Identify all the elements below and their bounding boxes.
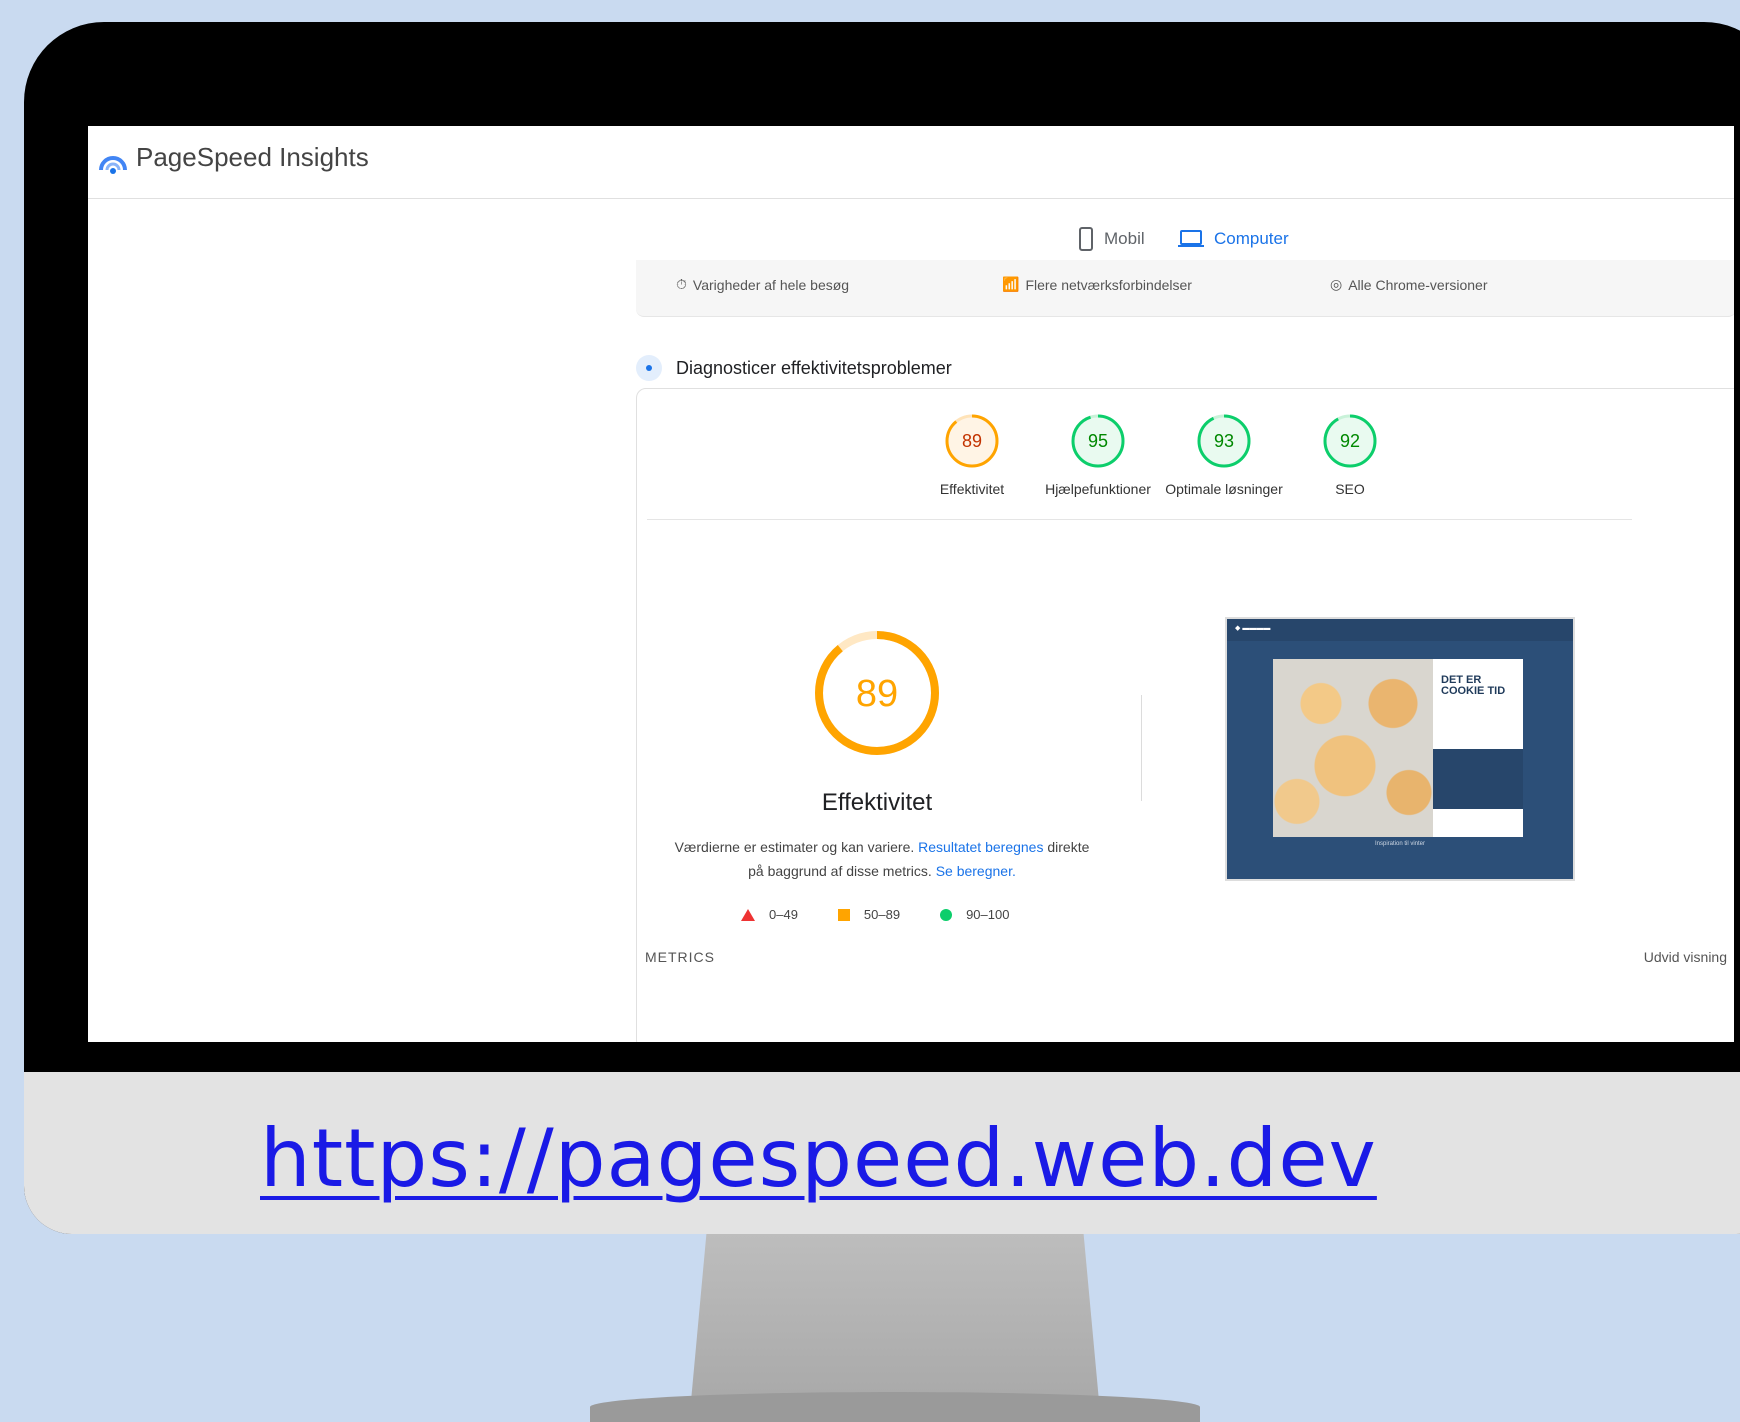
info-chrome-text: Alle Chrome-versioner [1348,276,1488,293]
info-duration: ⏱ Varigheder af hele besøg [676,276,849,293]
screenshot-brand-logo: ◆ ▬▬▬▬ [1235,625,1271,632]
gauge-ring: 92 [1323,414,1377,468]
screenshot-caption: Inspiration til vinter [1374,841,1426,847]
score-explanation: Værdierne er estimater og kan variere. R… [667,835,1097,883]
triangle-icon [741,908,755,921]
browser-screen: PageSpeed Insights Mobil Computer ⏱ Vari… [88,126,1734,1042]
gauge-label: Optimale løsninger [1165,481,1283,497]
cookies-image [1273,659,1433,837]
cookie-toggles [1433,749,1523,809]
gauge-label: SEO [1335,481,1365,497]
monitor-stand-base [590,1392,1200,1422]
info-network: 📶 Flere netværksforbindelser [1002,276,1192,293]
report-card: 89 Effektivitet 95 Hjælpefunktioner 93 O… [636,388,1734,1042]
legend-average: 50–89 [837,907,901,922]
calc-link[interactable]: Resultatet beregnes [918,839,1043,855]
screenshot-nav: ◆ ▬▬▬▬ [1227,619,1573,641]
expand-view-toggle[interactable]: Udvid visning [1644,949,1727,965]
gauge-ring: 95 [1071,414,1125,468]
wifi-icon: 📶 [1002,276,1020,292]
diagnose-icon [636,355,662,381]
legend-poor-range: 0–49 [769,907,798,922]
vertical-separator [1141,695,1142,801]
gauge-effektivitet[interactable]: 89 Effektivitet [907,411,1037,497]
monitor-stand [690,1234,1100,1412]
top-app-bar: PageSpeed Insights [88,126,1734,199]
chrome-icon: ◎ [1330,276,1343,292]
gauge-optimale-loesninger[interactable]: 93 Optimale løsninger [1159,411,1289,497]
gauge-seo[interactable]: 92 SEO [1285,411,1415,497]
monitor-frame: PageSpeed Insights Mobil Computer ⏱ Vari… [24,22,1740,1234]
info-bar: ⏱ Varigheder af hele besøg 📶 Flere netvæ… [636,260,1734,317]
phone-icon [1079,227,1093,251]
info-duration-text: Varigheder af hele besøg [692,276,850,293]
main-score-value: 89 [856,673,898,715]
main-score-gauge: 89 [815,631,939,755]
score-legend: 0–49 50–89 90–100 [741,907,1009,922]
tab-mobil[interactable]: Mobil [1078,214,1145,264]
laptop-icon [1178,230,1204,247]
metrics-heading: METRICS [645,949,715,965]
square-icon [837,908,850,921]
info-network-text: Flere netværksforbindelser [1025,276,1192,293]
circle-icon [940,908,953,921]
gauge-hjaelpefunktioner[interactable]: 95 Hjælpefunktioner [1033,411,1163,497]
diagnose-heading: Diagnosticer effektivitetsproblemer [636,348,952,388]
explain-text-1: Værdierne er estimater og kan variere. [674,839,915,855]
info-chrome: ◎ Alle Chrome-versioner [1330,276,1488,293]
legend-good-range: 90–100 [966,907,1010,922]
url-caption-link[interactable]: https://pagespeed.web.dev [260,1112,1377,1205]
svg-text:89: 89 [962,431,982,451]
page-screenshot[interactable]: ◆ ▬▬▬▬ DET ER COOKIE TID Inspiration til… [1225,617,1575,881]
gauge-label: Hjælpefunktioner [1045,481,1151,497]
legend-average-range: 50–89 [863,907,901,922]
legend-poor: 0–49 [741,907,798,922]
stopwatch-icon: ⏱ [676,276,687,292]
svg-text:93: 93 [1214,431,1234,451]
tab-computer-label: Computer [1214,229,1289,248]
main-score-label: Effektivitet [821,789,933,816]
tab-computer[interactable]: Computer [1178,214,1289,266]
pagespeed-logo-icon[interactable] [98,148,128,178]
svg-text:95: 95 [1088,431,1108,451]
gauge-ring: 93 [1197,414,1251,468]
svg-text:92: 92 [1340,431,1360,451]
cookie-consent-panel: DET ER COOKIE TID [1433,659,1523,837]
monitor-chin: https://pagespeed.web.dev [24,1072,1740,1234]
cookie-title: DET ER COOKIE TID [1441,674,1506,697]
app-title[interactable]: PageSpeed Insights [136,142,369,173]
card-divider [647,519,1632,520]
legend-good: 90–100 [940,907,1009,922]
calculator-link[interactable]: Se beregner. [936,863,1016,879]
gauge-label: Effektivitet [939,481,1005,497]
tab-mobil-label: Mobil [1104,229,1145,248]
diagnose-title: Diagnosticer effektivitetsproblemer [676,357,952,378]
gauge-ring: 89 [945,414,999,468]
